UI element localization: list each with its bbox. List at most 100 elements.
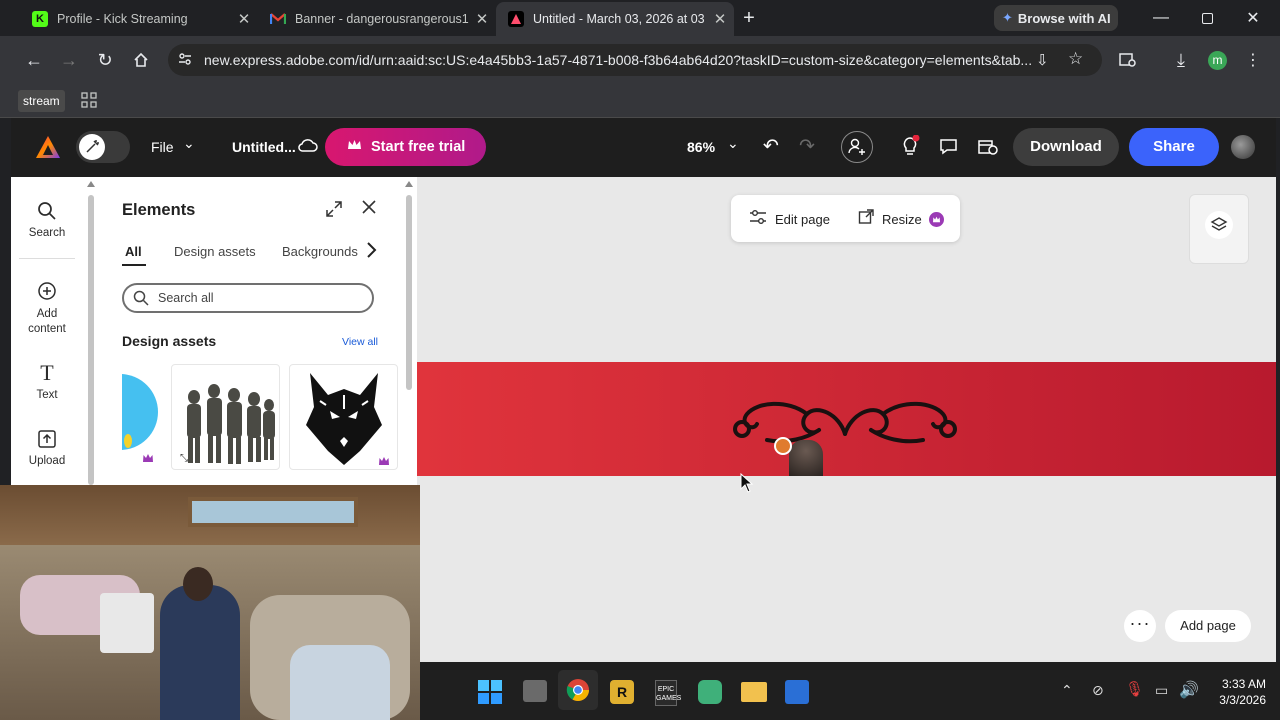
search-icon — [133, 290, 149, 311]
upload-status-icon[interactable] — [774, 437, 792, 455]
panel-scroll-thumb[interactable] — [406, 195, 412, 390]
chevron-up-icon[interactable]: ⌃ — [1061, 682, 1073, 699]
resize-icon — [858, 209, 874, 230]
streamlabs-icon[interactable] — [698, 680, 722, 704]
cloud-icon[interactable] — [298, 138, 318, 157]
profile-avatar[interactable]: m — [1208, 51, 1227, 70]
rail-upload[interactable]: Upload — [11, 427, 83, 467]
start-free-trial-button[interactable]: Start free trial — [325, 128, 486, 166]
network-off-icon[interactable]: ⊘ — [1092, 682, 1104, 699]
chevron-down-icon[interactable]: ⌄ — [183, 135, 195, 152]
close-tab-icon[interactable]: ✕ — [472, 10, 492, 28]
undo-icon[interactable]: ↶ — [763, 135, 779, 158]
rail-scrollbar[interactable] — [85, 177, 97, 485]
file-menu-label[interactable]: File — [151, 139, 174, 155]
sparkle-icon: ✦ — [1002, 10, 1013, 25]
bookmark-star-icon[interactable]: ☆ — [1068, 49, 1083, 69]
file-explorer-icon[interactable] — [741, 682, 767, 702]
search-all-input[interactable]: Search all — [122, 283, 374, 313]
invite-collaborator-icon[interactable] — [841, 131, 873, 163]
close-tab-icon[interactable]: ✕ — [234, 10, 254, 28]
lightbulb-icon[interactable] — [900, 134, 920, 162]
bookmarks-bar: stream — [0, 84, 1280, 118]
rail-scroll-thumb[interactable] — [88, 195, 94, 485]
rail-search-label: Search — [28, 227, 66, 239]
chrome-taskbar-button[interactable] — [558, 670, 598, 710]
banner-page[interactable] — [417, 362, 1276, 476]
user-avatar[interactable] — [1231, 135, 1255, 159]
rail-search[interactable]: Search — [11, 199, 83, 239]
back-icon[interactable]: ← — [22, 48, 46, 72]
asset-thumb-wolf[interactable] — [289, 364, 398, 470]
placed-image-element[interactable] — [789, 440, 823, 476]
tab-gmail[interactable]: Banner - dangerousrangerous1 ✕ — [258, 4, 496, 34]
minimize-icon[interactable]: — — [1138, 0, 1184, 36]
apps-grid-icon[interactable] — [81, 92, 97, 113]
display-icon[interactable]: ▭ — [1155, 682, 1168, 699]
webcam-freezer — [100, 593, 154, 653]
zoom-chevron-down-icon[interactable]: ⌄ — [727, 135, 739, 152]
more-options-icon[interactable]: ··· — [1124, 610, 1156, 642]
downloads-icon[interactable]: ⤓ — [1169, 48, 1193, 72]
app-header: File ⌄ Untitled... Start free trial 86% … — [11, 118, 1276, 177]
rail-text[interactable]: T Text — [11, 360, 83, 401]
microphone-icon[interactable]: 🎙 — [1125, 680, 1144, 698]
mouse-cursor-icon — [740, 473, 754, 493]
ornament-swirl-graphic[interactable] — [727, 384, 963, 446]
resize-button[interactable]: Resize — [858, 209, 944, 230]
asset-thumb-zombies[interactable]: ⤡ — [171, 364, 280, 470]
zoom-level[interactable]: 86% — [687, 139, 715, 155]
redo-icon[interactable]: ↷ — [799, 135, 815, 158]
forward-icon[interactable]: → — [57, 48, 81, 72]
mode-toggle[interactable] — [76, 131, 130, 163]
edit-page-button[interactable]: Edit page — [749, 209, 830, 230]
rockstar-icon[interactable]: R — [610, 680, 634, 704]
upload-icon — [11, 427, 83, 451]
tab-kick[interactable]: K Profile - Kick Streaming ✕ — [20, 4, 258, 34]
close-icon[interactable] — [361, 199, 377, 220]
add-page-button[interactable]: Add page — [1165, 610, 1251, 642]
expand-icon[interactable] — [324, 199, 344, 224]
site-info-icon[interactable] — [178, 52, 192, 71]
webcam-person-head — [183, 567, 213, 601]
share-button[interactable]: Share — [1129, 128, 1219, 166]
paint-app-icon[interactable] — [785, 680, 809, 704]
document-title[interactable]: Untitled... — [232, 139, 296, 155]
home-icon[interactable] — [129, 48, 153, 72]
address-bar[interactable]: new.express.adobe.com/id/urn:aaid:sc:US:… — [168, 44, 1102, 76]
download-button[interactable]: Download — [1013, 128, 1119, 166]
menu-kebab-icon[interactable]: ⋮ — [1241, 48, 1265, 72]
schedule-icon[interactable] — [977, 138, 999, 161]
windows-start-icon[interactable] — [478, 680, 502, 704]
scroll-up-icon[interactable] — [87, 181, 95, 187]
bookmark-stream[interactable]: stream — [18, 90, 65, 112]
volume-icon[interactable]: 🔊 — [1179, 680, 1199, 700]
maximize-icon[interactable] — [1184, 0, 1230, 36]
epic-games-icon[interactable]: EPIC GAMES — [655, 680, 681, 706]
view-all-link[interactable]: View all — [342, 336, 378, 348]
close-tab-icon[interactable]: ✕ — [710, 10, 730, 28]
rail-add-content[interactable]: Add content — [11, 279, 83, 337]
tab-title: Untitled - March 03, 2026 at 03 — [533, 12, 705, 26]
browse-with-ai-button[interactable]: ✦ Browse with AI — [994, 5, 1118, 31]
reading-mode-icon[interactable] — [1116, 48, 1140, 72]
task-view-icon[interactable] — [523, 680, 547, 702]
install-app-icon[interactable]: ⇩ — [1036, 51, 1049, 69]
adobe-express-icon — [508, 11, 524, 27]
adobe-express-logo-icon[interactable] — [35, 135, 61, 164]
chevron-right-icon[interactable] — [365, 241, 377, 264]
close-window-icon[interactable]: ✕ — [1230, 0, 1276, 36]
layers-panel-button[interactable] — [1189, 194, 1249, 264]
tab-backgrounds[interactable]: Backgrounds — [282, 244, 358, 259]
rail-divider — [19, 258, 75, 259]
system-clock[interactable]: 3:33 AM 3/3/2026 — [1210, 676, 1266, 708]
comment-icon[interactable] — [939, 138, 958, 160]
new-tab-button[interactable]: + — [738, 7, 760, 29]
tab-adobe-express[interactable]: Untitled - March 03, 2026 at 03 ✕ — [496, 2, 734, 36]
tab-design-assets[interactable]: Design assets — [174, 244, 256, 259]
panel-scroll-up-icon[interactable] — [405, 181, 413, 187]
tab-all[interactable]: All — [125, 244, 142, 259]
tab-title: Banner - dangerousrangerous1 — [295, 12, 469, 26]
reload-icon[interactable]: ↻ — [93, 48, 117, 72]
asset-thumb-1[interactable] — [122, 364, 162, 470]
